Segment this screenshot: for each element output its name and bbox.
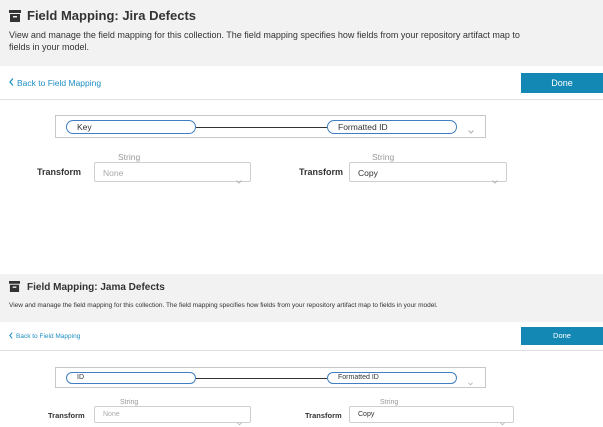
chevron-down-icon [500, 413, 505, 427]
field-mapping-row: Key Formatted ID [55, 115, 486, 138]
chevron-down-icon [492, 171, 498, 189]
done-button[interactable]: Done [521, 327, 603, 345]
nav-bar: Back to Field Mapping Done [0, 66, 603, 100]
chevron-left-icon [9, 332, 13, 341]
target-field-pill[interactable]: Formatted ID [327, 372, 457, 384]
source-field-pill[interactable]: Key [66, 120, 196, 134]
field-mapping-row: ID Formatted ID [55, 367, 486, 388]
page-header: Field Mapping: Jama Defects View and man… [0, 274, 603, 322]
source-transform-label: Transform [37, 167, 82, 177]
target-transform-label: Transform [305, 411, 342, 420]
field-mapping-panel-jira: Field Mapping: Jira Defects View and man… [0, 0, 603, 240]
source-transform-value: None [103, 168, 124, 178]
chevron-down-icon[interactable] [468, 373, 473, 391]
title-row: Field Mapping: Jama Defects [9, 281, 165, 293]
field-mapping-panel-jama: Field Mapping: Jama Defects View and man… [0, 270, 603, 427]
source-type-label: String [118, 152, 141, 162]
chevron-down-icon[interactable] [468, 121, 474, 139]
target-transform-select[interactable]: Copy [349, 162, 507, 184]
target-transform-select[interactable]: Copy [349, 406, 514, 426]
target-field-pill[interactable]: Formatted ID [327, 120, 457, 134]
chevron-down-icon [236, 171, 242, 189]
target-transform-label: Transform [299, 167, 344, 177]
title-row: Field Mapping: Jira Defects [9, 8, 196, 23]
page-description: View and manage the field mapping for th… [9, 30, 520, 52]
archive-icon [9, 9, 21, 22]
page-title: Field Mapping: Jama Defects [27, 281, 165, 293]
back-to-field-mapping-link[interactable]: Back to Field Mapping [9, 78, 101, 88]
source-transform-label: Transform [48, 411, 85, 420]
back-to-field-mapping-link[interactable]: Back to Field Mapping [9, 332, 80, 341]
mapping-connector [196, 127, 327, 128]
source-transform-select[interactable]: None [94, 162, 251, 184]
archive-icon [9, 281, 21, 293]
page-description: View and manage the field mapping for th… [9, 302, 438, 309]
source-field-pill[interactable]: ID [66, 372, 196, 384]
back-link-label: Back to Field Mapping [16, 333, 81, 340]
page-title: Field Mapping: Jira Defects [27, 8, 197, 23]
mapping-connector [196, 378, 327, 379]
source-transform-value: None [103, 411, 120, 418]
target-type-label: String [372, 152, 395, 162]
chevron-left-icon [9, 78, 14, 88]
chevron-down-icon [237, 413, 242, 427]
back-link-label: Back to Field Mapping [17, 78, 102, 88]
done-button[interactable]: Done [521, 73, 603, 93]
target-type-label: String [380, 399, 399, 406]
source-type-label: String [120, 399, 139, 406]
target-transform-value: Copy [358, 168, 378, 178]
target-transform-value: Copy [358, 411, 375, 418]
page-header: Field Mapping: Jira Defects View and man… [0, 0, 603, 66]
source-transform-select[interactable]: None [94, 406, 251, 426]
nav-bar: Back to Field Mapping Done [0, 322, 603, 351]
